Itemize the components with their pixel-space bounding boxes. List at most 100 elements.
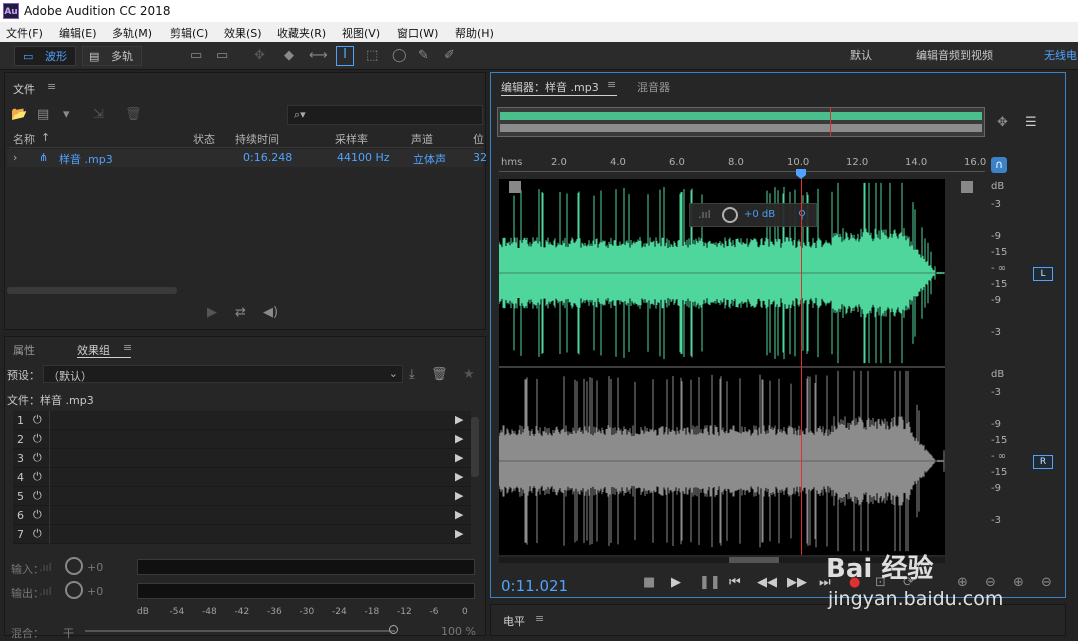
slots-scrollbar[interactable]	[471, 417, 479, 477]
column-bits[interactable]: 位	[473, 131, 484, 147]
open-file-icon[interactable]: 📂	[11, 107, 27, 123]
pause-icon[interactable]: ❚❚	[699, 575, 721, 591]
effect-slot[interactable]: 7 ⏻ ▶	[13, 525, 471, 544]
power-icon[interactable]: ⏻	[33, 451, 42, 465]
delete-file-icon[interactable]: 🗑	[125, 107, 142, 123]
fast-forward-icon[interactable]: ▶▶	[787, 575, 807, 591]
multitrack-view-button[interactable]: ▤ 多轨	[82, 46, 142, 66]
column-channels[interactable]: 声道	[411, 131, 433, 147]
column-name[interactable]: 名称	[13, 131, 35, 147]
slot-menu-arrow-icon[interactable]: ▶	[455, 508, 463, 521]
column-sample-rate[interactable]: 采样率	[335, 131, 368, 147]
import-file-icon[interactable]: ▤	[37, 107, 49, 123]
playhead-marker[interactable]	[796, 169, 806, 179]
brush-tool-icon[interactable]: ✎	[418, 48, 429, 64]
power-icon[interactable]: ⏻	[33, 432, 42, 446]
snap-magnet-icon[interactable]: ∩	[991, 157, 1007, 173]
marquee-tool-icon[interactable]: ⬚	[366, 48, 378, 64]
menu-effects[interactable]: 效果(S)	[224, 25, 262, 41]
panel-menu-icon[interactable]: ≡	[47, 80, 56, 93]
tab-editor[interactable]: 编辑器：样音 .mp3	[501, 79, 599, 95]
tab-mixer[interactable]: 混音器	[637, 79, 670, 95]
menu-multitrack[interactable]: 多轨(M)	[112, 25, 152, 41]
channel-right-toggle[interactable]: R	[1033, 455, 1053, 469]
slot-menu-arrow-icon[interactable]: ▶	[455, 527, 463, 540]
playhead-line[interactable]	[801, 179, 802, 555]
power-icon[interactable]: ⏻	[33, 470, 42, 484]
slip-tool-icon[interactable]: ⟷	[309, 48, 328, 64]
workspace-radio[interactable]: 无线电	[1044, 46, 1077, 66]
favorite-star-icon[interactable]: ★	[463, 367, 475, 383]
channel-left-toggle[interactable]: L	[1033, 267, 1053, 281]
power-icon[interactable]: ⏻	[33, 413, 42, 427]
zoom-out-full-icon[interactable]: ⊖	[1041, 575, 1052, 591]
hud-gain-knob[interactable]	[722, 207, 738, 223]
hud-gain-control[interactable]: .ııl +0 dB ⚲	[689, 203, 817, 227]
horizontal-scrollbar[interactable]	[7, 287, 177, 294]
menu-help[interactable]: 帮助(H)	[455, 25, 494, 41]
zoom-navigator-icon[interactable]: ✥	[997, 115, 1008, 131]
mix-slider[interactable]	[85, 630, 395, 632]
effect-slot[interactable]: 5 ⏻ ▶	[13, 487, 471, 506]
menu-clip[interactable]: 剪辑(C)	[170, 25, 208, 41]
stop-icon[interactable]: ■	[643, 575, 655, 591]
tab-effects-rack[interactable]: 效果组	[77, 342, 110, 358]
output-gain-knob[interactable]	[65, 581, 83, 599]
slot-menu-arrow-icon[interactable]: ▶	[455, 489, 463, 502]
power-icon[interactable]: ⏻	[33, 508, 42, 522]
panel-menu-icon[interactable]: ≡	[123, 341, 132, 354]
pin-icon[interactable]: ⚲	[798, 208, 806, 221]
spot-healing-icon[interactable]: ✐	[444, 48, 455, 64]
effect-slot[interactable]: 6 ⏻ ▶	[13, 506, 471, 525]
insert-into-multitrack-icon[interactable]: ⇲	[93, 107, 104, 123]
tab-properties[interactable]: 属性	[13, 342, 35, 358]
lasso-tool-icon[interactable]: ◯	[392, 48, 407, 64]
auto-play-icon[interactable]: ◀)	[263, 305, 278, 321]
file-search-input[interactable]: ⌕▾	[287, 105, 483, 125]
razor-tool-icon[interactable]: ◆	[284, 48, 294, 64]
input-gain-knob[interactable]	[65, 557, 83, 575]
slot-menu-arrow-icon[interactable]: ▶	[455, 432, 463, 445]
waveform-display[interactable]: .ııl +0 dB ⚲	[499, 179, 973, 555]
delete-preset-icon[interactable]: 🗑	[431, 367, 448, 383]
menu-edit[interactable]: 编辑(E)	[59, 25, 97, 41]
slot-menu-arrow-icon[interactable]: ▶	[455, 413, 463, 426]
menu-view[interactable]: 视图(V)	[342, 25, 380, 41]
mix-slider-handle[interactable]	[389, 625, 398, 634]
power-icon[interactable]: ⏻	[33, 527, 42, 541]
effect-slot[interactable]: 1 ⏻ ▶	[13, 411, 471, 430]
menu-window[interactable]: 窗口(W)	[397, 25, 438, 41]
fade-in-handle[interactable]	[509, 181, 521, 193]
loop-preview-icon[interactable]: ⇄	[235, 305, 246, 321]
panel-menu-icon[interactable]: ≡	[607, 78, 616, 91]
play-icon[interactable]: ▶	[671, 575, 681, 591]
effect-slot[interactable]: 4 ⏻ ▶	[13, 468, 471, 487]
pitch-display-icon[interactable]: ▭	[216, 48, 228, 64]
panel-menu-icon[interactable]: ≡	[535, 612, 544, 625]
workspace-default[interactable]: 默认	[850, 46, 872, 66]
go-to-start-icon[interactable]: ⏮	[729, 575, 741, 591]
menu-file[interactable]: 文件(F)	[6, 25, 43, 41]
time-selection-tool-icon[interactable]: I	[336, 46, 354, 66]
preset-dropdown[interactable]: （默认） ⌄	[43, 365, 403, 383]
save-preset-icon[interactable]: ⤓	[409, 367, 415, 383]
new-file-icon[interactable]: ▾	[63, 107, 70, 123]
move-tool-icon[interactable]: ✥	[254, 48, 265, 64]
fade-out-handle[interactable]	[961, 181, 973, 193]
play-preview-icon[interactable]: ▶	[207, 305, 217, 321]
waveform-scroll-thumb[interactable]	[729, 557, 779, 563]
workspace-edit-audio-to-video[interactable]: 编辑音频到视频	[916, 46, 993, 66]
layout-menu-icon[interactable]: ☰	[1025, 115, 1037, 131]
waveform-view-button[interactable]: ▭ 波形	[14, 46, 76, 66]
file-row[interactable]: › ⋔ 样音 .mp3 0:16.248 44100 Hz 立体声 32	[7, 149, 487, 167]
expand-icon[interactable]: ›	[13, 151, 17, 164]
effect-slot[interactable]: 3 ⏻ ▶	[13, 449, 471, 468]
power-icon[interactable]: ⏻	[33, 489, 42, 503]
spectral-display-icon[interactable]: ▭	[190, 48, 202, 64]
menu-favorites[interactable]: 收藏夹(R)	[277, 25, 326, 41]
column-status[interactable]: 状态	[193, 131, 215, 147]
slot-menu-arrow-icon[interactable]: ▶	[455, 470, 463, 483]
waveform-overview[interactable]	[497, 107, 985, 137]
slot-menu-arrow-icon[interactable]: ▶	[455, 451, 463, 464]
effect-slot[interactable]: 2 ⏻ ▶	[13, 430, 471, 449]
